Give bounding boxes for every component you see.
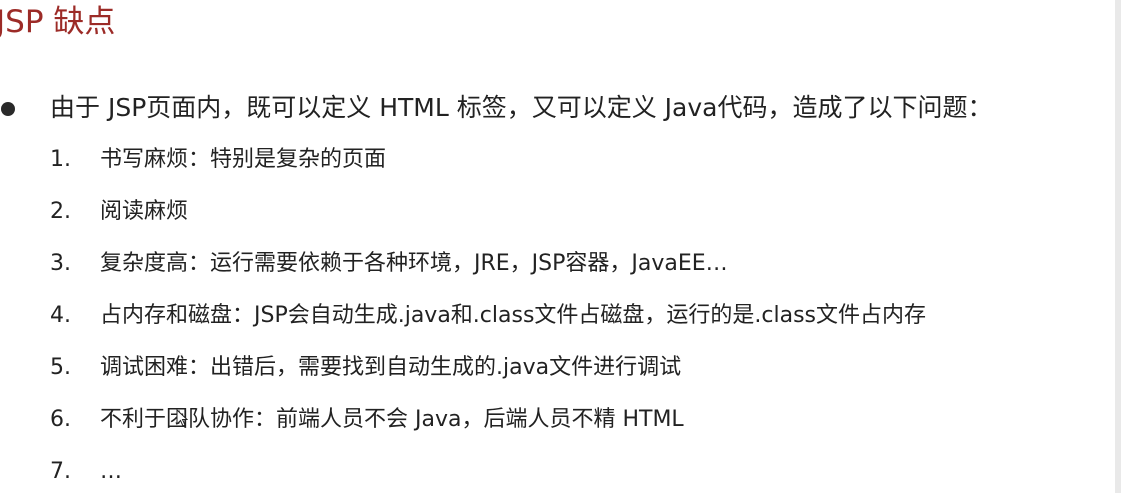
- list-item-text: 复杂度高：运行需要依赖于各种环境，JRE，JSP容器，JavaEE…: [100, 251, 728, 276]
- list-item-text: 阅读麻烦: [100, 199, 189, 224]
- list-item-number: 6.: [50, 407, 71, 432]
- bullet-text: 由于 JSP页面内，既可以定义 HTML 标签，又可以定义 Java代码，造成了…: [50, 93, 993, 122]
- list-item-number: 1.: [50, 147, 71, 172]
- list-item-text: 占内存和磁盘：JSP会自动生成.java和.class文件占磁盘，运行的是.cl…: [100, 303, 927, 328]
- list-item-number: 2.: [50, 199, 71, 224]
- list-item-text: 书写麻烦：特别是复杂的页面: [100, 147, 387, 172]
- bullet-dot-icon: [1, 102, 15, 116]
- list-item-number: 7.: [50, 459, 71, 484]
- slide-right-edge: [1115, 0, 1121, 493]
- list-item-number: 3.: [50, 251, 71, 276]
- slide-title: JSP 缺点: [0, 4, 116, 40]
- list-item-number: 4.: [50, 303, 71, 328]
- mouse-pointer-icon: [176, 409, 188, 427]
- list-item-text: 调试困难：出错后，需要找到自动生成的.java文件进行调试: [100, 355, 682, 380]
- list-item-number: 5.: [50, 355, 71, 380]
- list-item-text: …: [100, 459, 122, 484]
